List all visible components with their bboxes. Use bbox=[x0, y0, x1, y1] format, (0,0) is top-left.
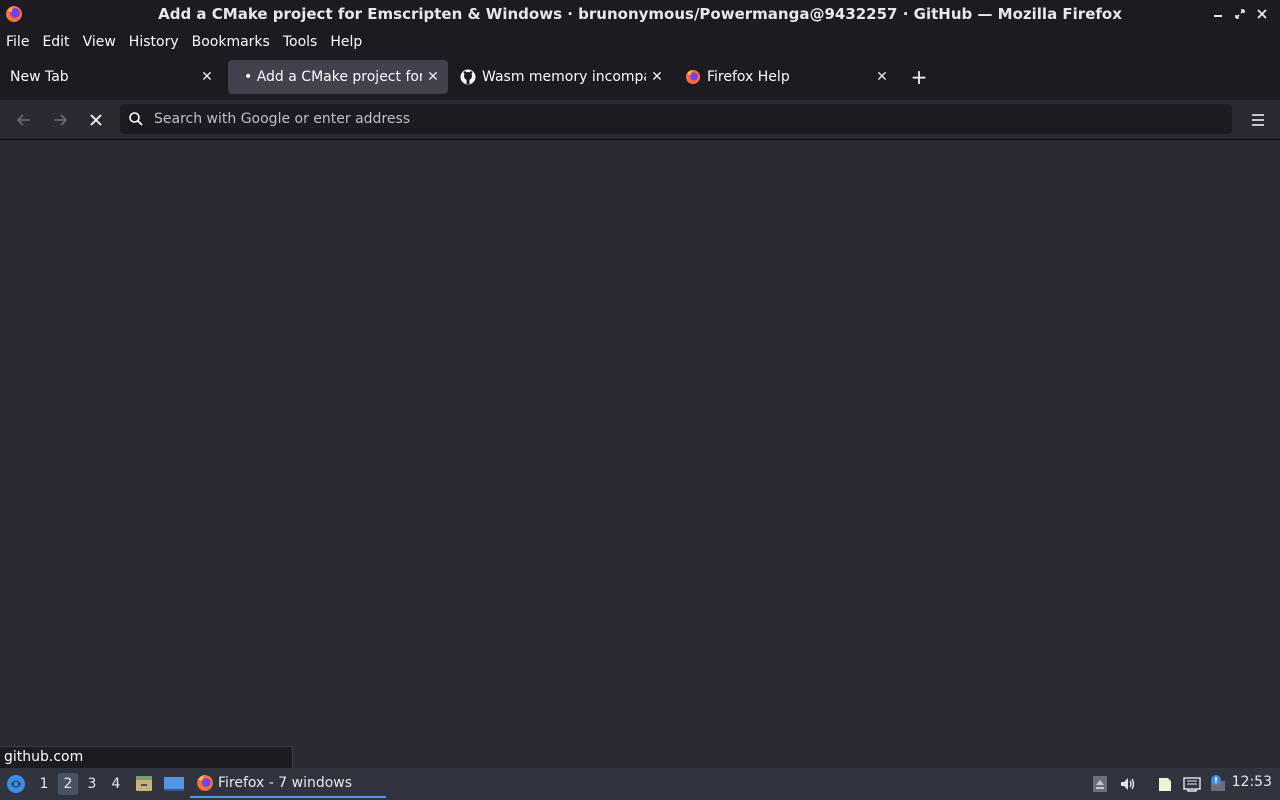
clipboard-icon[interactable] bbox=[1156, 775, 1174, 793]
window-title: Add a CMake project for Emscripten & Win… bbox=[158, 5, 1122, 23]
new-tab-button[interactable]: + bbox=[908, 66, 930, 88]
tab-new-tab[interactable]: New Tab ✕ bbox=[0, 60, 222, 94]
maximize-icon[interactable] bbox=[1232, 5, 1248, 23]
clock: 12:53 bbox=[1231, 774, 1272, 790]
close-icon[interactable] bbox=[1254, 5, 1270, 23]
show-desktop-icon[interactable] bbox=[163, 775, 185, 793]
menu-help[interactable]: Help bbox=[330, 34, 362, 50]
minimize-icon[interactable] bbox=[1210, 5, 1226, 23]
menu-bookmarks[interactable]: Bookmarks bbox=[192, 34, 270, 50]
window-titlebar: Add a CMake project for Emscripten & Win… bbox=[0, 0, 1280, 29]
tab-wasm-memory[interactable]: Wasm memory incompat ✕ bbox=[450, 60, 672, 94]
tab-firefox-help[interactable]: Firefox Help ✕ bbox=[675, 60, 897, 94]
page-content bbox=[0, 141, 1280, 768]
menu-bar: File Edit View History Bookmarks Tools H… bbox=[0, 29, 1280, 54]
taskbar-firefox-button[interactable]: Firefox - 7 windows bbox=[190, 770, 386, 798]
navigation-bar bbox=[0, 100, 1280, 140]
workspace-4[interactable]: 4 bbox=[106, 773, 126, 795]
github-icon bbox=[460, 69, 476, 85]
hamburger-menu-icon bbox=[1252, 114, 1264, 126]
app-menu-button[interactable] bbox=[1248, 110, 1268, 130]
menu-history[interactable]: History bbox=[129, 34, 179, 50]
eject-icon[interactable] bbox=[1091, 775, 1109, 793]
address-bar[interactable] bbox=[120, 104, 1232, 134]
close-tab-icon[interactable]: ✕ bbox=[646, 66, 668, 88]
back-arrow-icon bbox=[16, 114, 30, 126]
workspace-2[interactable]: 2 bbox=[58, 773, 78, 795]
close-tab-icon[interactable]: ✕ bbox=[871, 66, 893, 88]
status-panel: github.com bbox=[0, 746, 293, 768]
file-manager-icon[interactable] bbox=[134, 774, 154, 794]
menu-tools[interactable]: Tools bbox=[283, 34, 318, 50]
menu-view[interactable]: View bbox=[83, 34, 116, 50]
volume-icon[interactable] bbox=[1119, 775, 1137, 793]
notification-icon[interactable] bbox=[1210, 775, 1228, 793]
firefox-icon bbox=[686, 70, 700, 84]
close-tab-icon[interactable]: ✕ bbox=[422, 66, 444, 88]
taskbar-task-label: Firefox - 7 windows bbox=[218, 775, 353, 791]
stop-icon bbox=[90, 114, 102, 126]
tab-label: Firefox Help bbox=[707, 69, 790, 85]
menu-edit[interactable]: Edit bbox=[42, 34, 69, 50]
forward-button[interactable] bbox=[48, 108, 72, 132]
menu-file[interactable]: File bbox=[6, 34, 29, 50]
firefox-icon bbox=[197, 775, 213, 791]
tab-label: New Tab bbox=[10, 69, 69, 85]
tab-cmake-project[interactable]: • Add a CMake project for E ✕ bbox=[228, 60, 448, 94]
close-tab-icon[interactable]: ✕ bbox=[196, 66, 218, 88]
stop-button[interactable] bbox=[84, 108, 108, 132]
workspace-3[interactable]: 3 bbox=[82, 773, 102, 795]
url-input[interactable] bbox=[154, 111, 1154, 127]
back-button[interactable] bbox=[12, 108, 36, 132]
search-icon bbox=[129, 112, 143, 126]
network-icon[interactable] bbox=[1183, 775, 1201, 793]
forward-arrow-icon bbox=[54, 114, 68, 126]
start-menu-icon[interactable] bbox=[6, 774, 26, 794]
tab-label: Wasm memory incompat bbox=[482, 69, 646, 85]
workspace-1[interactable]: 1 bbox=[34, 773, 54, 795]
tab-strip: New Tab ✕ • Add a CMake project for E ✕ … bbox=[0, 54, 1280, 100]
tab-label: • Add a CMake project for E bbox=[244, 69, 422, 85]
